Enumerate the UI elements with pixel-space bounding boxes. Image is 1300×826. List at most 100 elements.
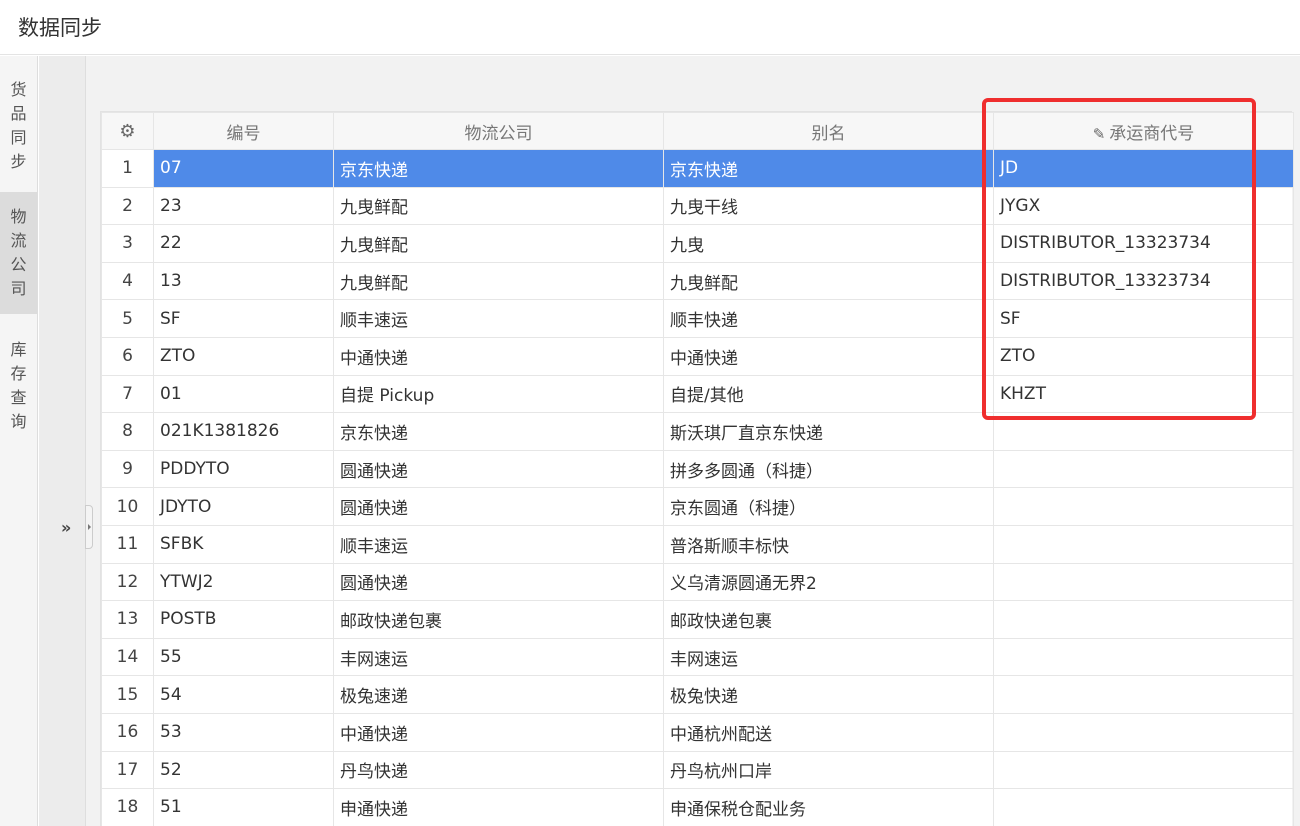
row-number[interactable]: 12: [101, 562, 154, 602]
cell-company[interactable]: 九曳鲜配: [333, 186, 664, 226]
cell-carrier-code[interactable]: [993, 562, 1294, 602]
cell-code[interactable]: 13: [153, 261, 334, 301]
cell-carrier-code[interactable]: [993, 449, 1294, 489]
cell-company[interactable]: 圆通快递: [333, 487, 664, 526]
row-number[interactable]: 18: [101, 788, 154, 826]
cell-carrier-code[interactable]: [993, 524, 1294, 564]
cell-code[interactable]: SF: [153, 299, 334, 338]
cell-alias[interactable]: 京东圆通（科捷）: [663, 487, 994, 526]
cell-company[interactable]: 中通快递: [333, 712, 664, 752]
cell-carrier-code[interactable]: [993, 487, 1294, 526]
cell-company[interactable]: 九曳鲜配: [333, 261, 664, 301]
cell-code[interactable]: SFBK: [153, 524, 334, 564]
cell-carrier-code[interactable]: KHZT: [993, 374, 1294, 414]
cell-carrier-code[interactable]: [993, 788, 1294, 826]
row-number[interactable]: 1: [101, 149, 154, 188]
cell-company[interactable]: 自提 Pickup: [333, 374, 664, 414]
table-row[interactable]: 9 PDDYTO 圆通快递 拼多多圆通（科捷）: [101, 449, 1294, 489]
cell-carrier-code[interactable]: JD: [993, 149, 1294, 188]
tab-logistics-company[interactable]: 物 流 公 司: [0, 192, 37, 314]
table-row[interactable]: 5 SF 顺丰速运 顺丰快递 SF: [101, 299, 1294, 338]
cell-company[interactable]: 圆通快递: [333, 562, 664, 602]
cell-company[interactable]: 顺丰速运: [333, 524, 664, 564]
table-row[interactable]: 14 55 丰网速运 丰网速运: [101, 637, 1294, 677]
cell-alias[interactable]: 中通快递: [663, 336, 994, 376]
cell-company[interactable]: 中通快递: [333, 336, 664, 376]
table-row[interactable]: 6 ZTO 中通快递 中通快递 ZTO: [101, 336, 1294, 376]
cell-company[interactable]: 顺丰速运: [333, 299, 664, 338]
cell-code[interactable]: 01: [153, 374, 334, 414]
cell-carrier-code[interactable]: JYGX: [993, 186, 1294, 226]
row-number[interactable]: 3: [101, 224, 154, 263]
table-row[interactable]: 13 POSTB 邮政快递包裹 邮政快递包裹: [101, 600, 1294, 639]
cell-alias[interactable]: 斯沃琪厂直京东快递: [663, 412, 994, 451]
cell-alias[interactable]: 京东快递: [663, 149, 994, 188]
cell-carrier-code[interactable]: [993, 637, 1294, 677]
cell-alias[interactable]: 顺丰快递: [663, 299, 994, 338]
table-row[interactable]: 12 YTWJ2 圆通快递 义乌清源圆通无界2: [101, 562, 1294, 602]
cell-carrier-code[interactable]: [993, 600, 1294, 639]
cell-carrier-code[interactable]: [993, 750, 1294, 790]
row-number[interactable]: 11: [101, 524, 154, 564]
table-row[interactable]: 16 53 中通快递 中通杭州配送: [101, 712, 1294, 752]
cell-alias[interactable]: 邮政快递包裹: [663, 600, 994, 639]
cell-code[interactable]: 52: [153, 750, 334, 790]
cell-alias[interactable]: 九曳鲜配: [663, 261, 994, 301]
cell-carrier-code[interactable]: [993, 712, 1294, 752]
expand-icon[interactable]: »: [61, 518, 71, 537]
column-header-alias[interactable]: 别名: [663, 112, 994, 150]
cell-code[interactable]: 54: [153, 675, 334, 714]
column-header-carrier-code[interactable]: ✎ 承运商代号: [993, 112, 1294, 150]
cell-carrier-code[interactable]: SF: [993, 299, 1294, 338]
gear-icon[interactable]: ⚙: [119, 121, 135, 142]
cell-code[interactable]: 53: [153, 712, 334, 752]
row-number[interactable]: 6: [101, 336, 154, 376]
cell-code[interactable]: 07: [153, 149, 334, 188]
table-row[interactable]: 1 07 京东快递 京东快递 JD: [101, 149, 1294, 188]
table-row[interactable]: 18 51 申通快递 申通保税仓配业务: [101, 788, 1294, 826]
cell-company[interactable]: 申通快递: [333, 788, 664, 826]
table-row[interactable]: 4 13 九曳鲜配 九曳鲜配 DISTRIBUTOR_13323734: [101, 261, 1294, 301]
table-row[interactable]: 17 52 丹鸟快递 丹鸟杭州口岸: [101, 750, 1294, 790]
table-row[interactable]: 7 01 自提 Pickup 自提/其他 KHZT: [101, 374, 1294, 414]
row-number[interactable]: 14: [101, 637, 154, 677]
row-number[interactable]: 8: [101, 412, 154, 451]
cell-alias[interactable]: 丹鸟杭州口岸: [663, 750, 994, 790]
row-number[interactable]: 4: [101, 261, 154, 301]
table-row[interactable]: 3 22 九曳鲜配 九曳 DISTRIBUTOR_13323734: [101, 224, 1294, 263]
cell-company[interactable]: 九曳鲜配: [333, 224, 664, 263]
cell-company[interactable]: 极兔速递: [333, 675, 664, 714]
column-header-code[interactable]: 编号: [153, 112, 334, 150]
tab-goods-sync[interactable]: 货 品 同 步: [0, 70, 37, 182]
cell-code[interactable]: 021K1381826: [153, 412, 334, 451]
row-number[interactable]: 9: [101, 449, 154, 489]
table-row[interactable]: 8 021K1381826 京东快递 斯沃琪厂直京东快递: [101, 412, 1294, 451]
panel-drag-handle[interactable]: [85, 505, 93, 549]
cell-code[interactable]: 55: [153, 637, 334, 677]
cell-carrier-code[interactable]: [993, 675, 1294, 714]
row-number[interactable]: 13: [101, 600, 154, 639]
cell-carrier-code[interactable]: ZTO: [993, 336, 1294, 376]
column-settings[interactable]: ⚙: [101, 112, 154, 150]
table-row[interactable]: 11 SFBK 顺丰速运 普洛斯顺丰标快: [101, 524, 1294, 564]
cell-company[interactable]: 京东快递: [333, 412, 664, 451]
cell-alias[interactable]: 极兔快递: [663, 675, 994, 714]
table-row[interactable]: 15 54 极兔速递 极兔快递: [101, 675, 1294, 714]
row-number[interactable]: 10: [101, 487, 154, 526]
row-number[interactable]: 16: [101, 712, 154, 752]
row-number[interactable]: 15: [101, 675, 154, 714]
cell-code[interactable]: 51: [153, 788, 334, 826]
cell-code[interactable]: ZTO: [153, 336, 334, 376]
cell-code[interactable]: POSTB: [153, 600, 334, 639]
table-row[interactable]: 10 JDYTO 圆通快递 京东圆通（科捷）: [101, 487, 1294, 526]
cell-company[interactable]: 圆通快递: [333, 449, 664, 489]
cell-alias[interactable]: 自提/其他: [663, 374, 994, 414]
cell-company[interactable]: 邮政快递包裹: [333, 600, 664, 639]
cell-company[interactable]: 丰网速运: [333, 637, 664, 677]
cell-alias[interactable]: 九曳: [663, 224, 994, 263]
cell-code[interactable]: YTWJ2: [153, 562, 334, 602]
table-row[interactable]: 2 23 九曳鲜配 九曳干线 JYGX: [101, 186, 1294, 226]
cell-company[interactable]: 丹鸟快递: [333, 750, 664, 790]
cell-alias[interactable]: 丰网速运: [663, 637, 994, 677]
row-number[interactable]: 7: [101, 374, 154, 414]
